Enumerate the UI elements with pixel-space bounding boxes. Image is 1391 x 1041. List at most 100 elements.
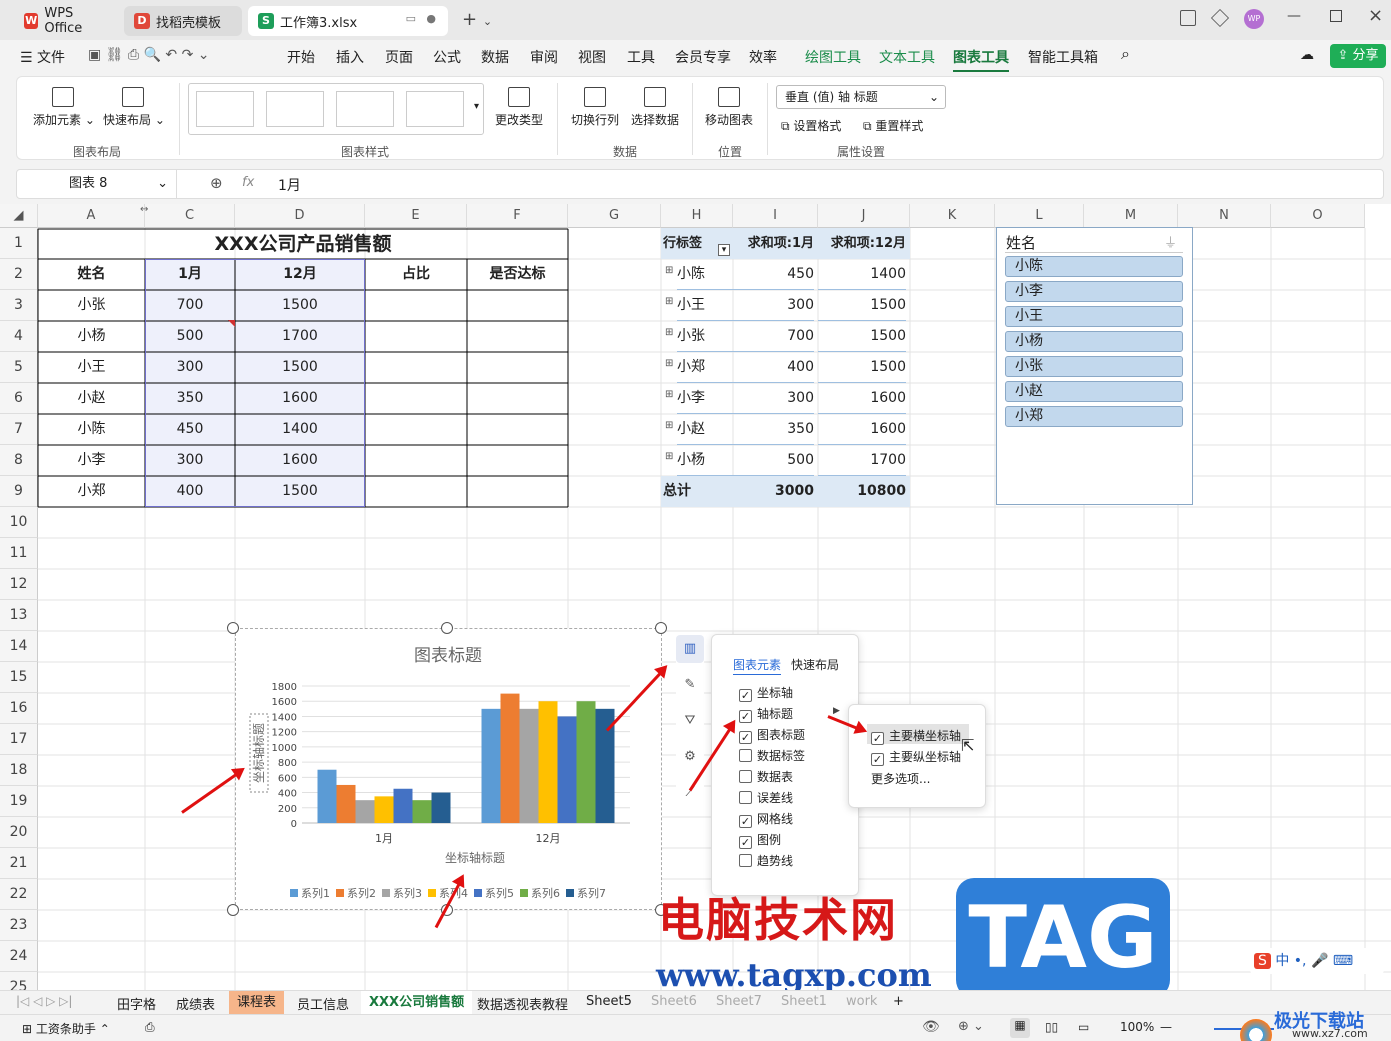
bar-chart[interactable]: 图表标题 1800 1600 1400 1200 1000 800 600 400 200 0 1月 1… [235,628,662,910]
pivot-header-cell[interactable]: 求和项:1月 [733,228,814,259]
row-header[interactable]: 21 [0,848,38,879]
settings-icon[interactable]: ⚙ [676,743,704,771]
col-header-a[interactable]: A [38,204,145,228]
menu-efficiency[interactable]: 效率 [749,47,777,67]
pivot-header-cell[interactable]: 求和项:12月 [818,228,906,259]
row-header[interactable]: 22 [0,879,38,910]
legend-label[interactable]: 系列5 [485,886,514,900]
change-type-button[interactable]: 更改类型 [491,87,547,128]
panel-option[interactable]: 误差线 [739,789,793,806]
row-header[interactable]: 6 [0,383,38,414]
panel-option[interactable]: ✓ 轴标题 [739,705,793,723]
row-header[interactable]: 18 [0,755,38,786]
salary-assistant-button[interactable]: ⊞ 工资条助手 ⌃ [22,1020,110,1037]
panel-option[interactable]: 趋势线 [739,852,793,869]
pivot-cell[interactable]: 300 [733,383,814,414]
zoom-icon[interactable]: ⊕ [210,174,223,192]
pivot-filter-icon[interactable]: ▾ [718,244,730,256]
name-box[interactable]: 图表 8 ⌄ [17,170,177,198]
col-header-j[interactable]: J [818,204,910,228]
pivot-cell[interactable]: 1700 [818,445,906,476]
set-format-button[interactable]: ⧉ 设置格式 [781,117,841,134]
chart-filter-icon[interactable]: ⛛ [676,707,704,735]
menu-member[interactable]: 会员专享 [675,47,731,67]
slicer-item[interactable]: 小赵 [1005,381,1183,402]
chart-elements-icon[interactable]: ▥ [676,635,704,663]
chart-style-4[interactable] [406,91,464,127]
col-header-c[interactable]: C [145,204,235,228]
pivot-cell[interactable]: 1600 [818,383,906,414]
sheet-tab[interactable]: 成绩表 [176,994,215,1013]
panel-option[interactable]: ✓ 图例 [739,831,781,849]
chart-style-icon[interactable]: ✎ [676,671,704,699]
row-header[interactable]: 8 [0,445,38,476]
menu-home[interactable]: 开始 [287,47,315,67]
expand-icon[interactable]: ⊞ [665,327,673,338]
fx-icon[interactable]: fx [242,175,254,190]
page-layout-icon[interactable]: ▯▯ [1045,1020,1058,1034]
row-header[interactable]: 11 [0,538,38,569]
reset-style-button[interactable]: ⧉ 重置样式 [863,117,923,134]
pivot-cell[interactable]: 小王 [677,290,733,321]
y-axis-title[interactable]: 坐标轴标题 [251,723,266,783]
sheet-nav-icons[interactable]: |◁ ◁ ▷ ▷| [16,994,72,1008]
pivot-cell[interactable]: 小李 [677,383,733,414]
pivot-cell[interactable]: 1400 [818,259,906,290]
more-options-link[interactable]: 更多选项... [871,770,930,787]
pivot-cell[interactable]: 1500 [818,290,906,321]
eye-icon[interactable]: 👁 [922,1019,940,1035]
chart-style-1[interactable] [196,91,254,127]
tab-template[interactable]: D 找稻壳模板 [124,6,242,36]
slicer-item[interactable]: 小郑 [1005,406,1183,427]
bar-系列6-12月[interactable] [576,701,596,823]
col-header-n[interactable]: N [1178,204,1271,228]
sheet-tab[interactable]: Sheet5 [586,994,632,1009]
row-header[interactable]: 15 [0,662,38,693]
chart-style-2[interactable] [266,91,324,127]
option-primary-vertical-axis[interactable]: ✓ 主要纵坐标轴 [871,748,961,766]
quick-toolbar-icons[interactable]: ▣ ⛓ ⎙ 🔍 ↶ ↷ ⌄ [88,47,210,63]
unsaved-dot-icon[interactable]: ● [426,12,436,25]
sheet-tab[interactable]: Sheet6 [651,994,697,1009]
row-header[interactable]: 10 [0,507,38,538]
ime-toolbar[interactable]: S 中 •, 🎤 ⌨ [1250,948,1384,974]
pivot-total-cell[interactable]: 总计 [663,476,729,507]
sheet-tab[interactable]: Sheet7 [716,994,762,1009]
row-header[interactable]: 16 [0,693,38,724]
menu-smart-toolbox[interactable]: 智能工具箱 [1028,47,1098,67]
row-header[interactable]: 1 [0,228,38,259]
panel-option[interactable]: 数据表 [739,768,793,785]
slicer-item[interactable]: 小李 [1005,281,1183,302]
x-axis-title[interactable]: 坐标轴标题 [445,850,505,865]
normal-view-icon[interactable]: ▦ [1010,1018,1030,1038]
pivot-cell[interactable]: 350 [733,414,814,445]
col-header-e[interactable]: E [365,204,467,228]
col-header-o[interactable]: O [1271,204,1365,228]
slicer-item[interactable]: 小王 [1005,306,1183,327]
slicer-item[interactable]: 小张 [1005,356,1183,377]
col-header-i[interactable]: I [733,204,818,228]
col-header-d[interactable]: D [235,204,365,228]
bar-系列5-1月[interactable] [393,788,413,823]
row-header[interactable]: 3 [0,290,38,321]
menu-drawing-tools[interactable]: 绘图工具 [805,47,861,67]
tab-chart-elements[interactable]: 图表元素 [733,656,781,673]
select-data-button[interactable]: 选择数据 [629,87,681,128]
row-header[interactable]: 9 [0,476,38,507]
legend-label[interactable]: 系列7 [577,886,606,900]
sheet-tab[interactable]: 数据透视表教程 [477,994,568,1013]
panel-option[interactable]: ✓ 图表标题 [739,726,805,744]
maximize-icon[interactable] [1330,10,1342,22]
legend-label[interactable]: 系列6 [531,886,560,900]
slicer-item[interactable]: 小陈 [1005,256,1183,277]
element-selector-dropdown[interactable]: 垂直 (值) 轴 标题 ⌄ [776,85,946,109]
col-header-f[interactable]: F [467,204,568,228]
pivot-cell[interactable]: 300 [733,290,814,321]
menu-review[interactable]: 审阅 [530,47,558,67]
sheet-tab[interactable]: 课程表 [229,991,285,1014]
menu-tools[interactable]: 工具 [627,47,655,67]
legend-label[interactable]: 系列1 [301,886,330,900]
row-header[interactable]: 13 [0,600,38,631]
pivot-cell[interactable]: 1500 [818,352,906,383]
pivot-cell[interactable]: 700 [733,321,814,352]
